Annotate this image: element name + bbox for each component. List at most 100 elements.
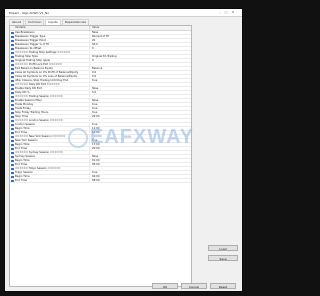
column-header-value[interactable]: Value	[90, 26, 191, 30]
row-value[interactable]: true	[90, 79, 191, 82]
row-value[interactable]: 5.0	[90, 91, 191, 94]
row-value[interactable]: 0.0	[90, 71, 191, 74]
row-value[interactable]: true	[90, 111, 191, 114]
row-value[interactable]: 11:00	[90, 127, 191, 130]
row-variable: Breakeven Trigger Point	[15, 39, 90, 42]
parameter-icon	[11, 48, 14, 50]
cancel-button[interactable]: Cancel	[181, 283, 207, 289]
maximize-button[interactable]: □	[223, 10, 229, 15]
row-variable: Begin Time	[15, 143, 90, 146]
row-variable: Close All Symbols on X% Profit of Balanc…	[15, 71, 90, 74]
row-variable: End Time	[15, 147, 90, 150]
table-row[interactable]: End Time 08:00	[10, 179, 191, 183]
row-value[interactable]	[90, 95, 191, 98]
row-value[interactable]: 0.0	[90, 75, 191, 78]
row-value[interactable]	[90, 119, 191, 122]
parameter-icon	[11, 40, 14, 42]
row-variable: ====== London Session ======	[15, 119, 90, 122]
row-value[interactable]: Percent of TP	[90, 35, 191, 38]
parameter-icon	[11, 60, 14, 62]
parameter-icon	[11, 108, 14, 110]
row-value[interactable]: 08:00	[90, 179, 191, 182]
row-value[interactable]: true	[90, 139, 191, 142]
row-variable: End Time	[15, 131, 90, 134]
row-variable: Breakeven SL Offset	[15, 47, 90, 50]
row-variable: London Session	[15, 123, 90, 126]
row-variable: Trailing Stop Type	[15, 55, 90, 58]
row-value[interactable]: 14:00	[90, 131, 191, 134]
row-variable: ====== Daily DD Exit ======	[15, 83, 90, 86]
row-value[interactable]: 20:00	[90, 147, 191, 150]
row-variable: Stop Friday Trading Hours	[15, 111, 90, 114]
row-variable: Close All Symbols on X% Loss of Balance/…	[15, 75, 90, 78]
row-value[interactable]: false	[90, 155, 191, 158]
row-value[interactable]: false	[90, 99, 191, 102]
row-value[interactable]: Balance	[90, 67, 191, 70]
row-variable: Exit Based on Balance Equity	[15, 67, 90, 70]
row-variable: ====== New York Session ======	[15, 135, 90, 138]
row-variable: ====== Trading Session ======	[15, 95, 90, 98]
row-value[interactable]: true	[90, 107, 191, 110]
row-value[interactable]: false	[90, 31, 191, 34]
row-value[interactable]: 05:00	[90, 163, 191, 166]
parameter-icon	[11, 32, 14, 34]
row-variable: Sydney Session	[15, 155, 90, 158]
row-variable: Breakeven Trigger % of TP	[15, 43, 90, 46]
row-value[interactable]: true	[90, 103, 191, 106]
row-variable: ====== Trailing Stop Settings ======	[15, 51, 90, 54]
parameter-icon	[11, 160, 14, 162]
row-value[interactable]: 17:00	[90, 143, 191, 146]
parameter-icon	[11, 144, 14, 146]
parameter-icon	[11, 116, 14, 118]
parameter-icon	[11, 112, 14, 114]
row-value[interactable]	[90, 135, 191, 138]
row-value[interactable]: 04:00	[90, 175, 191, 178]
row-value[interactable]	[90, 63, 191, 66]
row-variable: End Time	[15, 163, 90, 166]
ok-button[interactable]: OK	[152, 283, 178, 289]
column-header-variable[interactable]: Variable	[10, 26, 90, 30]
row-variable: Trade Friday	[15, 107, 90, 110]
parameter-icon	[11, 132, 14, 134]
parameter-icon	[11, 180, 14, 182]
save-button[interactable]: Save	[208, 255, 238, 261]
row-value[interactable]: 0	[90, 47, 191, 50]
row-value[interactable]: 20:00	[90, 115, 191, 118]
row-value[interactable]: 0	[90, 59, 191, 62]
reset-button[interactable]: Reset	[210, 283, 236, 289]
table-body: Use Breakeven false Breakeven Trigger Type…	[10, 31, 191, 183]
row-value[interactable]: 50.0	[90, 43, 191, 46]
parameter-icon	[11, 64, 14, 66]
title-bar: Expert - Algo ACWC V1_No – □ ✕	[5, 9, 242, 17]
row-value[interactable]	[90, 167, 191, 170]
parameter-icon	[11, 168, 14, 170]
row-value[interactable]: Original EA Trailing	[90, 55, 191, 58]
load-button[interactable]: Load	[208, 245, 238, 251]
row-value[interactable]: 20	[90, 39, 191, 42]
parameter-icon	[11, 136, 14, 138]
parameter-icon	[11, 52, 14, 54]
close-button[interactable]: ✕	[230, 10, 236, 15]
parameter-icon	[11, 172, 14, 174]
row-variable: Daily DD %	[15, 91, 90, 94]
parameter-icon	[11, 92, 14, 94]
row-value[interactable]: false	[90, 87, 191, 90]
row-value[interactable]	[90, 151, 191, 154]
parameter-icon	[11, 104, 14, 106]
row-value[interactable]: true	[90, 123, 191, 126]
row-variable: New York Session	[15, 139, 90, 142]
row-value[interactable]: 01:00	[90, 159, 191, 162]
tab-strip: About Common Inputs Dependencies	[9, 19, 90, 25]
parameter-icon	[11, 72, 14, 74]
row-variable: Original Trailing Stop (pips)	[15, 59, 90, 62]
row-variable: Begin Time	[15, 159, 90, 162]
parameter-icon	[11, 80, 14, 82]
dialog-buttons: OK Cancel Reset	[152, 283, 236, 289]
expert-properties-window: Expert - Algo ACWC V1_No – □ ✕ About Com…	[4, 8, 243, 292]
row-value[interactable]	[90, 51, 191, 54]
inputs-table: Variable Value Use Breakeven false Breakev…	[9, 25, 192, 287]
parameter-icon	[11, 120, 14, 122]
row-value[interactable]: true	[90, 171, 191, 174]
row-value[interactable]	[90, 83, 191, 86]
parameter-icon	[11, 140, 14, 142]
